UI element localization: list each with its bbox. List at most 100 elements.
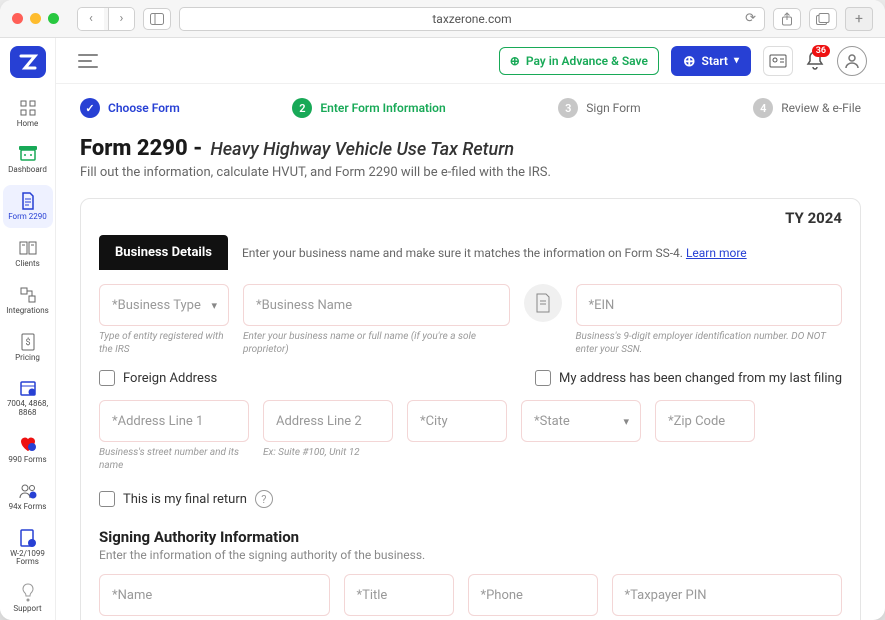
learn-more-link[interactable]: Learn more (686, 246, 747, 260)
sidebar-label: W-2/1099 Forms (3, 550, 53, 568)
new-tab-button[interactable]: + (845, 7, 873, 31)
contact-card-icon[interactable] (763, 46, 793, 76)
signer-name-input[interactable]: *Name (99, 574, 330, 616)
helper-text: Ex: Suite #100, Unit 12 (263, 446, 393, 459)
sidebar-label: Home (17, 120, 39, 129)
help-icon[interactable]: ? (255, 490, 273, 508)
checkbox-label: This is my final return (123, 492, 247, 507)
placeholder: *Address Line 1 (112, 414, 203, 429)
sidebar-item-dashboard[interactable]: Dashboard (3, 138, 53, 181)
step-number: 2 (292, 98, 312, 118)
placeholder: *Phone (481, 588, 523, 603)
step-label: Enter Form Information (320, 101, 445, 115)
sidebar-label: Support (13, 605, 41, 614)
signer-phone-input[interactable]: *Phone (468, 574, 598, 616)
business-type-select[interactable]: *Business Type (99, 284, 229, 326)
menu-toggle-icon[interactable] (78, 54, 98, 68)
step-label: Sign Form (586, 101, 640, 115)
integrations-icon (18, 285, 38, 305)
minimize-window-icon[interactable] (30, 13, 41, 24)
plus-circle-icon: ⊕ (683, 52, 696, 70)
placeholder: *Name (112, 588, 152, 603)
helper-text: Enter your business name or full name (i… (243, 330, 510, 356)
sidebar-item-support[interactable]: Support (3, 577, 53, 620)
maximize-window-icon[interactable] (48, 13, 59, 24)
step-choose-form[interactable]: ✓ Choose Form (80, 98, 180, 118)
placeholder: *State (534, 414, 570, 429)
sidebar-item-94x[interactable]: 94x Forms (3, 475, 53, 518)
step-label: Review & e-File (781, 101, 861, 115)
tabs-icon[interactable] (809, 8, 837, 30)
step-review-efile[interactable]: 4 Review & e-File (753, 98, 861, 118)
dashboard-icon (18, 144, 38, 164)
sidebar-item-integrations[interactable]: Integrations (3, 279, 53, 322)
people-icon (18, 481, 38, 501)
w2-icon (18, 528, 38, 548)
step-check-icon: ✓ (80, 98, 100, 118)
ein-input[interactable]: *EIN (576, 284, 843, 326)
chevron-down-icon: ▾ (734, 55, 739, 66)
address-line2-input[interactable]: Address Line 2 (263, 400, 393, 442)
heart-icon (18, 434, 38, 454)
business-name-input[interactable]: *Business Name (243, 284, 510, 326)
sidebar-item-pricing[interactable]: $ Pricing (3, 326, 53, 369)
start-button[interactable]: ⊕ Start ▾ (671, 46, 751, 76)
sidebar-label: Clients (15, 260, 40, 269)
clients-icon (18, 238, 38, 258)
close-window-icon[interactable] (12, 13, 23, 24)
checkbox-label: Foreign Address (123, 371, 217, 386)
sidebar-label: 990 Forms (8, 456, 46, 465)
signing-section-title: Signing Authority Information (99, 528, 842, 546)
url-bar[interactable]: taxzerone.com ⟳ (179, 7, 765, 31)
sidebar-item-990[interactable]: 990 Forms (3, 428, 53, 471)
placeholder: *Title (357, 588, 388, 603)
pay-advance-button[interactable]: ⊕ Pay in Advance & Save (499, 47, 659, 75)
step-enter-info[interactable]: 2 Enter Form Information (292, 98, 445, 118)
forward-button[interactable]: › (108, 8, 134, 30)
city-input[interactable]: *City (407, 400, 507, 442)
page-title: Form 2290 - Heavy Highway Vehicle Use Ta… (80, 136, 861, 161)
pay-label: Pay in Advance & Save (526, 54, 648, 68)
state-select[interactable]: *State (521, 400, 641, 442)
reload-icon[interactable]: ⟳ (745, 11, 756, 26)
document-lookup-icon[interactable] (524, 284, 562, 322)
step-sign-form[interactable]: 3 Sign Form (558, 98, 640, 118)
sidebar-toggle-icon[interactable] (143, 8, 171, 30)
taxpayer-pin-input[interactable]: *Taxpayer PIN (612, 574, 843, 616)
signing-section-sub: Enter the information of the signing aut… (99, 548, 842, 562)
checkbox-icon (99, 370, 115, 386)
tab-hint: Enter your business name and make sure i… (242, 246, 747, 260)
page-subtitle-italic: Heavy Highway Vehicle Use Tax Return (210, 139, 514, 160)
final-return-checkbox[interactable]: This is my final return ? (99, 490, 273, 508)
sidebar-label: Form 2290 (8, 213, 47, 222)
sidebar-item-w2[interactable]: W-2/1099 Forms (3, 522, 53, 574)
address-line1-input[interactable]: *Address Line 1 (99, 400, 249, 442)
form-card: TY 2024 Business Details Enter your busi… (80, 198, 861, 620)
checkbox-icon (535, 370, 551, 386)
address-changed-checkbox[interactable]: My address has been changed from my last… (535, 370, 842, 386)
sidebar-item-extensions[interactable]: 7004, 4868, 8868 (3, 372, 53, 424)
signer-title-input[interactable]: *Title (344, 574, 454, 616)
support-icon (18, 583, 38, 603)
placeholder: *Taxpayer PIN (625, 588, 707, 603)
app-logo[interactable] (10, 46, 46, 78)
placeholder: Address Line 2 (276, 414, 362, 429)
user-avatar[interactable] (837, 46, 867, 76)
sidebar-label: Pricing (15, 354, 40, 363)
zip-input[interactable]: *Zip Code (655, 400, 755, 442)
app-sidebar: Home Dashboard Form 2290 Clients Integra… (0, 38, 56, 620)
topbar: ⊕ Pay in Advance & Save ⊕ Start ▾ 36 (56, 38, 885, 84)
sidebar-item-form-2290[interactable]: Form 2290 (3, 185, 53, 228)
helper-text: Type of entity registered with the IRS (99, 330, 229, 356)
tab-business-details[interactable]: Business Details (99, 235, 228, 270)
step-number: 3 (558, 98, 578, 118)
back-button[interactable]: ‹ (78, 8, 104, 30)
svg-text:$: $ (25, 337, 30, 348)
share-icon[interactable] (773, 8, 801, 30)
sidebar-item-clients[interactable]: Clients (3, 232, 53, 275)
pricing-icon: $ (18, 332, 38, 352)
sidebar-label: 94x Forms (9, 503, 47, 512)
foreign-address-checkbox[interactable]: Foreign Address (99, 370, 217, 386)
notifications-button[interactable]: 36 (805, 50, 825, 72)
sidebar-item-home[interactable]: Home (3, 92, 53, 135)
